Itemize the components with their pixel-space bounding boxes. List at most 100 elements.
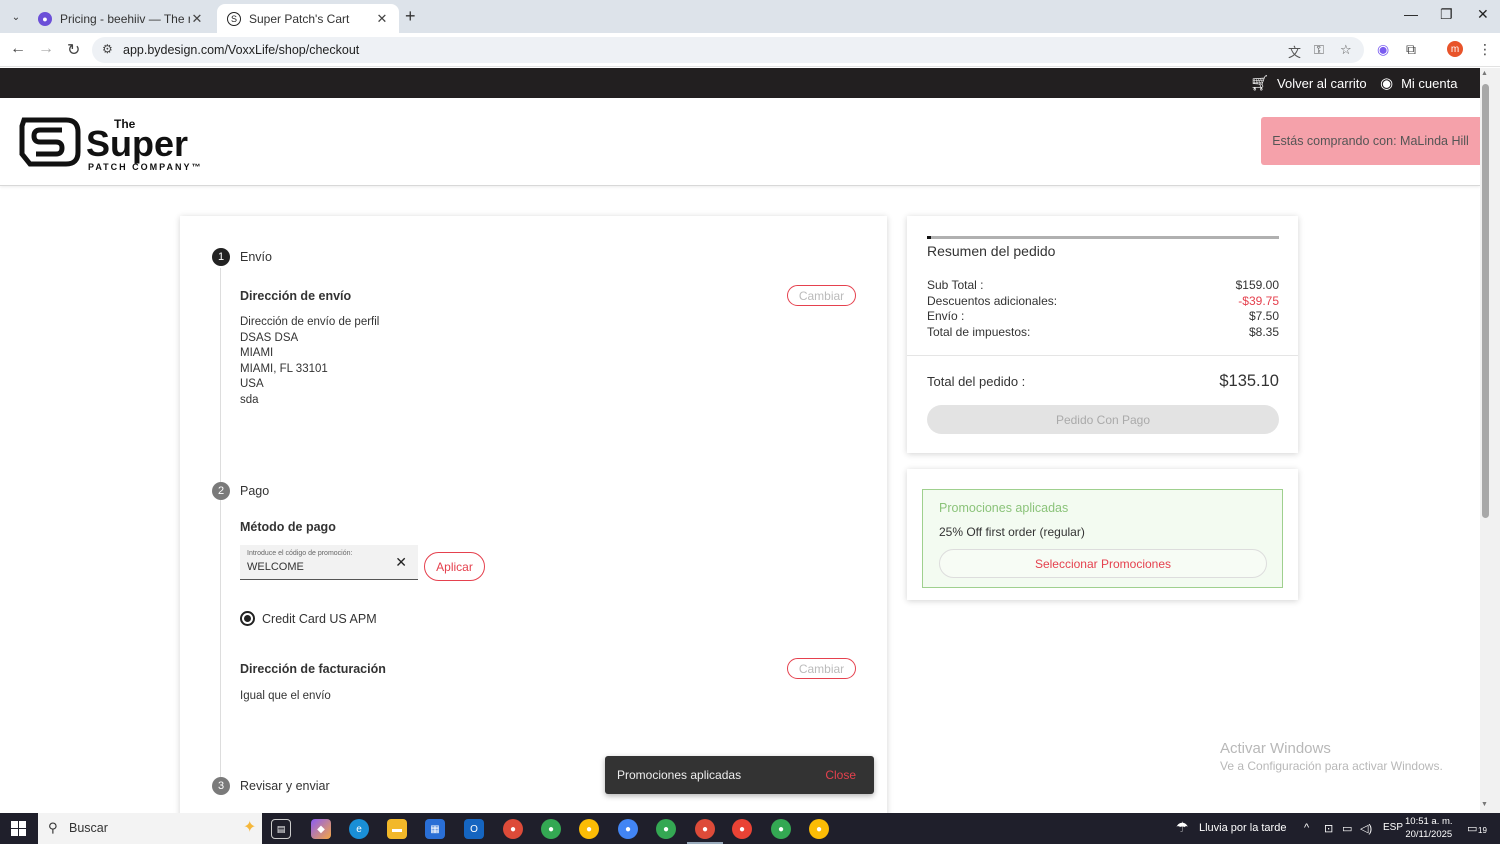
weather-text[interactable]: Lluvia por la tarde	[1199, 822, 1286, 834]
task-view-icon[interactable]: ▤	[271, 819, 291, 839]
language-indicator[interactable]: ESP	[1383, 822, 1403, 833]
order-total-row: Total del pedido : $135.10	[927, 372, 1279, 391]
translate-icon[interactable]: 文	[1288, 42, 1301, 61]
tab-title: Super Patch's Cart	[249, 11, 350, 26]
applied-promotions-title: Promociones aplicadas	[939, 501, 1069, 515]
select-promotions-button[interactable]: Seleccionar Promociones	[939, 549, 1267, 578]
scroll-down-icon[interactable]: ▼	[1481, 801, 1488, 808]
apply-promo-button[interactable]: Aplicar	[424, 552, 485, 581]
summary-label: Sub Total :	[927, 278, 984, 292]
weather-icon[interactable]: ☂	[1176, 819, 1189, 836]
promotions-snackbar: Promociones aplicadas Close	[605, 756, 874, 794]
snackbar-close-button[interactable]: Close	[825, 768, 856, 782]
search-icon: ⚲	[48, 820, 58, 835]
payment-method-title: Método de pago	[240, 520, 336, 534]
taskbar-clock[interactable]: 10:51 a. m. 20/11/2025	[1405, 815, 1453, 841]
chrome-profile-icon[interactable]: ●	[618, 819, 638, 839]
step-2-title: Pago	[240, 484, 270, 498]
site-info-icon[interactable]: ⚙	[102, 42, 113, 56]
watermark-line-2: Ve a Configuración para activar Windows.	[1220, 759, 1443, 773]
scroll-up-icon[interactable]: ▲	[1481, 70, 1488, 77]
url-text[interactable]: app.bydesign.com/VoxxLife/shop/checkout	[123, 43, 359, 57]
profile-avatar[interactable]: m	[1447, 41, 1463, 57]
step-3-title: Revisar y enviar	[240, 779, 330, 793]
address-bar[interactable]: ⚙ app.bydesign.com/VoxxLife/shop/checkou…	[92, 37, 1364, 63]
summary-divider	[907, 355, 1298, 356]
scrollbar-thumb[interactable]	[1482, 84, 1489, 518]
tab-super-patch-cart[interactable]: S Super Patch's Cart ✕	[217, 4, 399, 33]
shipping-address-title: Dirección de envío	[240, 289, 352, 303]
tray-app-icon[interactable]: ⊡	[1324, 822, 1333, 835]
summary-progress-bar	[927, 236, 1279, 239]
beehiiv-favicon-icon: ●	[38, 11, 52, 26]
promo-code-field[interactable]: Introduce el código de promoción: WELCOM…	[240, 545, 418, 580]
summary-value: -$39.75	[1238, 294, 1279, 308]
taskbar-search-box[interactable]: ⚲ Buscar ✦	[38, 813, 262, 844]
place-order-button[interactable]: Pedido Con Pago	[927, 405, 1279, 434]
chrome-profile-icon[interactable]: ●	[541, 819, 561, 839]
chrome-profile-icon[interactable]: ●	[771, 819, 791, 839]
tab-search-icon[interactable]: ⌄	[6, 7, 26, 27]
chrome-profile-icon[interactable]: ●	[503, 819, 523, 839]
bookmark-star-icon[interactable]: ☆	[1340, 42, 1352, 58]
minimize-icon[interactable]: —	[1404, 6, 1418, 22]
step-3-number: 3	[212, 777, 230, 795]
chrome-profile-icon[interactable]: ●	[656, 819, 676, 839]
clock-time: 10:51 a. m.	[1405, 816, 1453, 827]
outlook-icon[interactable]: O	[464, 819, 484, 839]
chrome-profile-icon[interactable]: ●	[732, 819, 752, 839]
password-key-icon[interactable]: ⚿	[1314, 42, 1324, 58]
cart-icon: 🛒︎	[1250, 75, 1270, 92]
copilot-icon[interactable]: ◆	[311, 819, 331, 839]
snackbar-message: Promociones aplicadas	[617, 768, 742, 782]
microsoft-store-icon[interactable]: ▦	[425, 819, 445, 839]
back-icon[interactable]: ←	[10, 40, 26, 58]
forward-icon[interactable]: →	[38, 40, 54, 58]
close-tab-icon[interactable]: ✕	[375, 11, 389, 27]
volume-icon[interactable]: ◁)	[1360, 822, 1372, 835]
step-1-title: Envío	[240, 250, 272, 264]
shopping-with-banner: Estás comprando con: MaLinda Hill	[1261, 117, 1480, 165]
extension-icon[interactable]: ◉	[1377, 41, 1389, 58]
change-billing-button[interactable]: Cambiar	[787, 658, 856, 679]
summary-value: $159.00	[1235, 278, 1279, 292]
clear-promo-icon[interactable]: ✕	[395, 554, 407, 571]
summary-value: $8.35	[1248, 325, 1279, 339]
summary-row-tax: Total de impuestos: $8.35	[927, 325, 1279, 339]
edge-icon[interactable]: e	[349, 819, 369, 839]
summary-label: Total de impuestos:	[927, 325, 1031, 339]
super-patch-favicon-icon: S	[227, 11, 241, 26]
network-icon[interactable]: ▭	[1342, 822, 1352, 835]
back-to-cart-link[interactable]: 🛒︎ Volver al carrito	[1250, 74, 1367, 92]
taskbar-search-placeholder[interactable]: Buscar	[69, 821, 108, 835]
payment-method-option[interactable]: Credit Card US APM	[240, 611, 377, 626]
chrome-active-icon[interactable]: ●	[695, 819, 715, 839]
close-window-icon[interactable]: ✕	[1477, 6, 1489, 23]
chrome-profile-icon[interactable]: ●	[579, 819, 599, 839]
restore-icon[interactable]: ❐	[1440, 6, 1453, 23]
search-highlight-icon: ✦	[243, 819, 257, 836]
payment-method-label: Credit Card US APM	[262, 611, 377, 626]
change-shipping-button[interactable]: Cambiar	[787, 285, 856, 306]
promo-code-input[interactable]: WELCOME	[247, 561, 304, 573]
activate-windows-watermark: Activar Windows Ve a Configuración para …	[1220, 740, 1443, 773]
reload-icon[interactable]: ↻	[67, 40, 80, 60]
close-tab-icon[interactable]: ✕	[190, 11, 204, 27]
step-2-number: 2	[212, 482, 230, 500]
summary-progress-fill	[927, 236, 931, 239]
super-patch-logo[interactable]: The Super PATCH COMPANY™	[18, 112, 218, 172]
my-account-link[interactable]: ◉ Mi cuenta	[1380, 74, 1457, 92]
browser-menu-icon[interactable]: ⋮	[1478, 41, 1492, 58]
extensions-puzzle-icon[interactable]: ⧉	[1406, 41, 1416, 58]
promo-code-label: Introduce el código de promoción:	[247, 550, 353, 557]
tab-pricing[interactable]: ● Pricing - beehiiv — The newslet ✕	[28, 4, 214, 33]
radio-selected-icon[interactable]	[240, 611, 255, 626]
show-hidden-icons[interactable]: ^	[1304, 822, 1309, 834]
summary-value: $7.50	[1248, 309, 1279, 323]
windows-start-icon[interactable]	[11, 821, 26, 836]
new-tab-icon[interactable]: +	[405, 6, 416, 27]
notifications-icon[interactable]: ▭	[1467, 822, 1477, 835]
billing-address-title: Dirección de facturación	[240, 662, 386, 676]
file-explorer-icon[interactable]: ▬	[387, 819, 407, 839]
chrome-profile-icon[interactable]: ●	[809, 819, 829, 839]
